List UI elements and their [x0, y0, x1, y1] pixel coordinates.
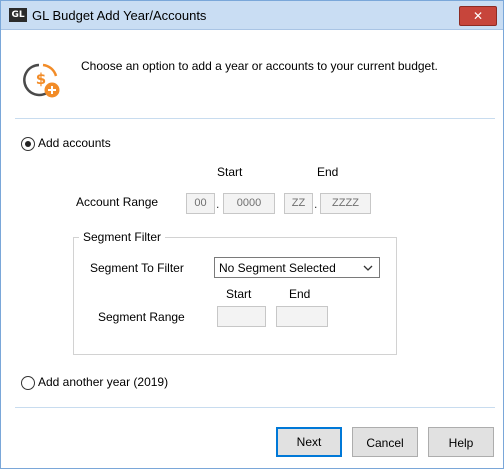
next-button[interactable]: Next	[276, 427, 342, 457]
account-range-label: Account Range	[76, 195, 159, 209]
start-account-segment2-field[interactable]: 0000	[223, 193, 275, 214]
header-separator	[15, 118, 495, 119]
start-account-separator: .	[216, 197, 220, 211]
segment-range-label: Segment Range	[98, 310, 185, 324]
segment-end-label: End	[289, 287, 311, 301]
end-account-separator: .	[314, 197, 318, 211]
window-title: GL Budget Add Year/Accounts	[32, 8, 207, 23]
start-account-segment1-field[interactable]: 00	[186, 193, 215, 214]
footer-separator	[15, 407, 495, 408]
end-account-segment1-field[interactable]: ZZ	[284, 193, 313, 214]
close-button[interactable]: ✕	[459, 6, 497, 26]
add-year-label[interactable]: Add another year (2019)	[38, 375, 168, 389]
header-message: Choose an option to add a year or accoun…	[81, 59, 438, 73]
add-accounts-radio[interactable]	[21, 137, 35, 151]
app-logo-icon: GL	[9, 8, 27, 22]
title-bar[interactable]: GL GL Budget Add Year/Accounts ✕	[1, 1, 503, 30]
add-year-radio[interactable]	[21, 376, 35, 390]
add-accounts-label[interactable]: Add accounts	[38, 136, 111, 150]
end-account-segment2-field[interactable]: ZZZZ	[320, 193, 371, 214]
segment-select-value: No Segment Selected	[219, 261, 336, 275]
segment-range-end-field[interactable]	[276, 306, 328, 327]
account-end-label: End	[317, 165, 339, 179]
cancel-button[interactable]: Cancel	[352, 427, 418, 457]
segment-start-label: Start	[226, 287, 252, 301]
segment-range-start-field[interactable]	[217, 306, 266, 327]
dialog-window: GL GL Budget Add Year/Accounts ✕ $ Choos…	[0, 0, 504, 469]
account-start-label: Start	[217, 165, 243, 179]
svg-text:$: $	[36, 70, 46, 88]
chevron-down-icon	[363, 265, 373, 271]
segment-to-filter-label: Segment To Filter	[90, 261, 184, 275]
help-button[interactable]: Help	[428, 427, 494, 457]
segment-filter-title: Segment Filter	[79, 230, 166, 244]
budget-add-icon: $	[23, 63, 60, 98]
segment-select[interactable]: No Segment Selected	[214, 257, 380, 278]
